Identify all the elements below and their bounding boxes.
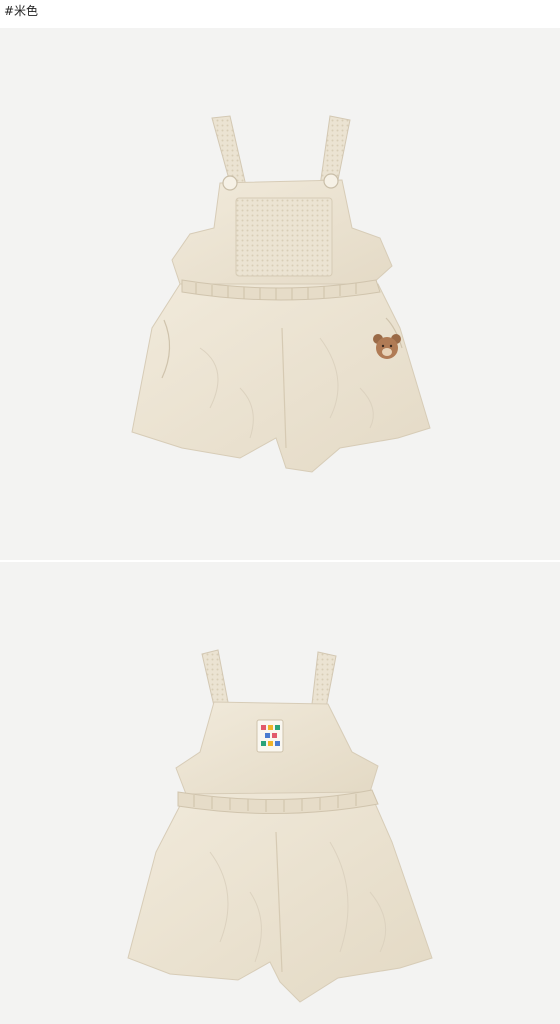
bib-waffle-panel (235, 197, 333, 277)
romper-back-illustration (127, 649, 433, 1003)
romper-front-illustration (131, 115, 431, 473)
brand-label-icon (256, 719, 284, 753)
shorts (131, 283, 431, 473)
shorts (127, 791, 433, 1003)
left-strap (201, 649, 229, 707)
strap-button-icon (323, 173, 339, 189)
strap-button-icon (222, 175, 238, 191)
right-strap (311, 651, 337, 709)
product-photo-front (0, 28, 560, 560)
product-photo-back (0, 562, 560, 1024)
color-caption: #米色 (4, 4, 39, 18)
